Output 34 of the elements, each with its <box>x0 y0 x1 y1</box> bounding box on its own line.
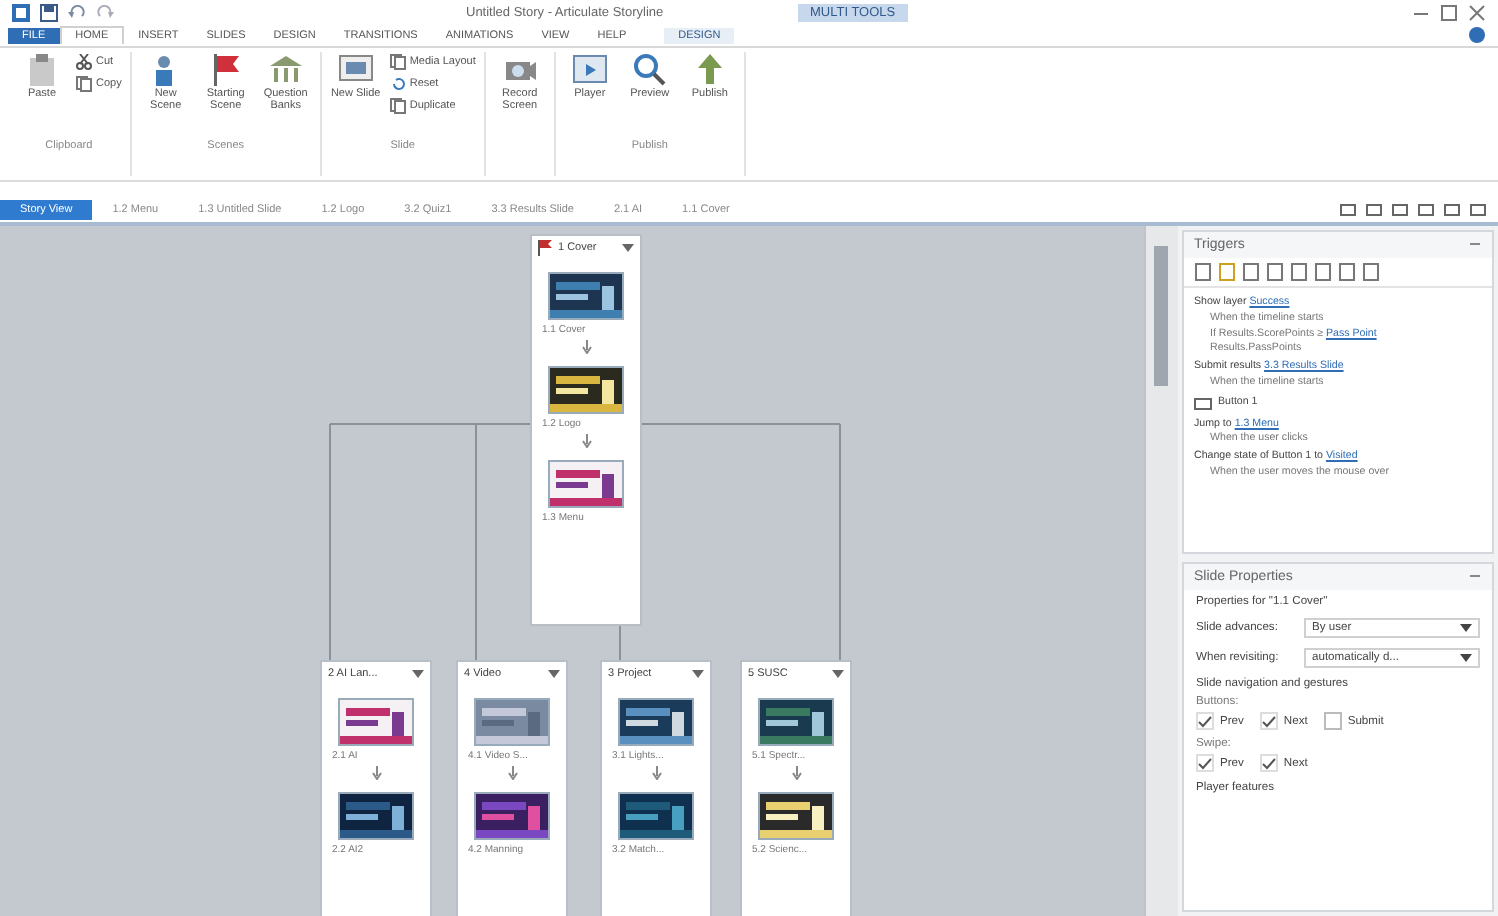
dropdown-icon <box>1460 624 1472 632</box>
checkbox[interactable] <box>1259 754 1278 772</box>
pages-icon <box>76 76 92 92</box>
dropdown-icon[interactable] <box>832 670 844 678</box>
down-arrow-icon <box>507 766 517 780</box>
pages-icon <box>389 98 406 114</box>
checkbox[interactable] <box>1323 712 1342 730</box>
dropdown-icon[interactable] <box>548 670 560 678</box>
checkbox[interactable] <box>1196 754 1214 772</box>
close-icon[interactable] <box>1468 3 1486 21</box>
down-arrow-icon <box>791 766 801 780</box>
dropdown-icon[interactable] <box>692 670 704 678</box>
undo-icon[interactable] <box>68 3 86 21</box>
bank-icon <box>267 52 304 88</box>
down-arrow-icon <box>581 434 591 448</box>
down-arrow-icon <box>371 766 381 780</box>
down-arrow-icon <box>651 766 661 780</box>
reset-icon <box>389 76 406 92</box>
checkbox[interactable] <box>1196 712 1214 730</box>
down-arrow-icon <box>581 340 591 354</box>
dropdown-icon <box>1460 654 1472 662</box>
checkbox[interactable] <box>1259 712 1278 730</box>
button-object-icon <box>1194 397 1212 410</box>
magnifier-icon <box>631 52 668 88</box>
scrollbar[interactable] <box>1154 246 1168 386</box>
pages-icon <box>389 54 406 70</box>
clipboard-icon <box>24 52 60 88</box>
scissors-icon <box>76 54 92 70</box>
player-icon <box>571 52 608 88</box>
maximize-icon[interactable] <box>1440 3 1458 21</box>
dropdown-icon[interactable] <box>622 244 634 252</box>
help-icon[interactable] <box>1468 26 1486 44</box>
save-icon[interactable] <box>40 3 58 21</box>
dropdown-icon[interactable] <box>412 670 424 678</box>
